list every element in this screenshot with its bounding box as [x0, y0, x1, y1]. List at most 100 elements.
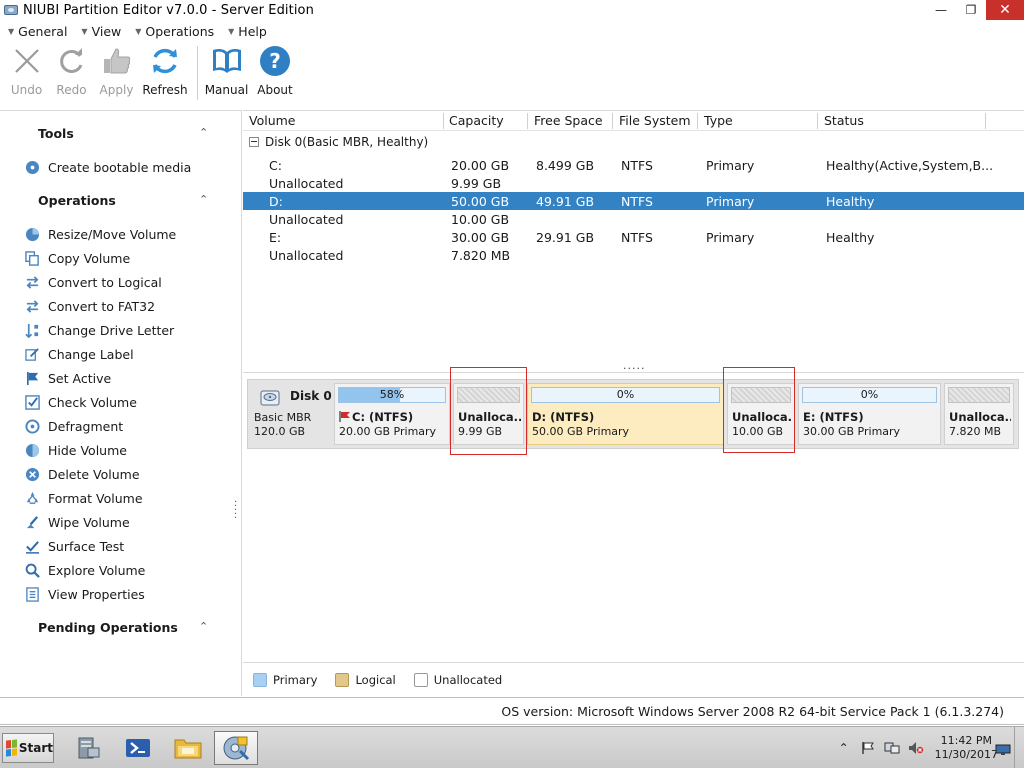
cell-status: Healthy [826, 230, 875, 245]
column-header-file-system[interactable]: File System [619, 113, 691, 128]
partition-block[interactable]: Unalloca... 7.820 MB [944, 383, 1014, 445]
taskbar-powershell[interactable] [116, 731, 160, 765]
chevron-up-icon[interactable]: ⌃ [199, 126, 208, 139]
show-hidden-icons-chevron-icon[interactable]: ⌃ [835, 739, 853, 757]
volume-muted-icon[interactable] [907, 739, 925, 757]
operation-change-label[interactable]: Change Label [24, 345, 134, 363]
undo-x-icon [10, 44, 44, 78]
status-bar: OS version: Microsoft Windows Server 200… [0, 697, 1024, 725]
table-header: Volume Capacity Free Space File System T… [243, 111, 1024, 131]
table-row[interactable]: Unallocated 7.820 MB [243, 246, 1024, 264]
usage-percent: 58% [379, 388, 405, 401]
restore-button[interactable]: ❐ [956, 0, 986, 20]
partition-block[interactable]: 0% D: (NTFS) 50.00 GB Primary [527, 383, 724, 445]
menu-help[interactable]: ▼ Help [228, 24, 267, 39]
surface-test-icon [24, 538, 40, 554]
table-row[interactable]: D: 50.00 GB 49.91 GB NTFS Primary Healthy [243, 192, 1024, 210]
collapse-icon[interactable] [249, 137, 259, 147]
partition-block[interactable]: 58% C: (NTFS) 20.00 GB Primary [334, 383, 450, 445]
cell-volume: Unallocated [269, 248, 344, 263]
system-tray: ⌃ 11:42 PM 11/30/2017 [829, 731, 1024, 765]
disk-label: Disk 0(Basic MBR, Healthy) [265, 135, 429, 149]
disk-info[interactable]: Disk 0 Basic MBR 120.0 GB [248, 380, 332, 448]
action-center-flag-icon[interactable] [859, 739, 877, 757]
column-header-free-space[interactable]: Free Space [534, 113, 603, 128]
volume-table: Volume Capacity Free Space File System T… [243, 110, 1024, 372]
column-header-capacity[interactable]: Capacity [449, 113, 504, 128]
hard-disk-icon [260, 388, 280, 408]
undo-button[interactable]: Undo [4, 44, 49, 97]
column-header-status[interactable]: Status [824, 113, 864, 128]
panel-splitter[interactable]: · · · · · [234, 498, 238, 524]
menu-operations[interactable]: ▼ Operations [135, 24, 214, 39]
operation-defragment[interactable]: Defragment [24, 417, 123, 435]
network-icon[interactable] [883, 739, 901, 757]
operation-hide-volume[interactable]: Hide Volume [24, 441, 127, 459]
create-bootable-media-item[interactable]: Create bootable media [24, 158, 191, 176]
menu-general[interactable]: ▼ General [8, 24, 67, 39]
table-row[interactable]: E: 30.00 GB 29.91 GB NTFS Primary Healthy [243, 228, 1024, 246]
disk-group-row[interactable]: Disk 0(Basic MBR, Healthy) [243, 135, 428, 149]
clock[interactable]: 11:42 PM 11/30/2017 [935, 734, 998, 762]
clock-date: 11/30/2017 [934, 748, 998, 761]
operations-section-title: Operations [38, 193, 116, 208]
highlight-box [723, 367, 795, 453]
show-desktop-button[interactable] [1014, 727, 1024, 768]
chevron-up-icon[interactable]: ⌃ [199, 193, 208, 206]
operation-surface-test[interactable]: Surface Test [24, 537, 124, 555]
operation-convert-to-fat32[interactable]: Convert to FAT32 [24, 297, 155, 315]
highlight-box [450, 367, 527, 455]
partition-info: 7.820 MB [949, 425, 1002, 438]
flag-icon [24, 370, 40, 386]
operation-explore-volume[interactable]: Explore Volume [24, 561, 145, 579]
operation-view-properties[interactable]: View Properties [24, 585, 145, 603]
cell-status: Healthy(Active,System,B... [826, 158, 994, 173]
table-row[interactable]: Unallocated 10.00 GB [243, 210, 1024, 228]
operation-resize-move-volume[interactable]: Resize/Move Volume [24, 225, 176, 243]
start-button[interactable]: Start [2, 733, 54, 763]
table-splitter[interactable]: ..... [623, 359, 645, 372]
operation-check-volume[interactable]: Check Volume [24, 393, 137, 411]
operation-copy-volume[interactable]: Copy Volume [24, 249, 130, 267]
partition-name: Unalloca... [949, 410, 1011, 424]
cell-capacity: 9.99 GB [451, 176, 502, 191]
app-icon [3, 2, 19, 18]
legend-primary: Primary [253, 672, 317, 687]
menu-view[interactable]: ▼ View [81, 24, 121, 39]
close-button[interactable]: ✕ [986, 0, 1024, 20]
properties-icon [24, 586, 40, 602]
apply-button[interactable]: Apply [94, 44, 139, 97]
display-icon[interactable] [994, 741, 1012, 759]
column-header-volume[interactable]: Volume [249, 113, 296, 128]
partition-name: D: (NTFS) [532, 410, 721, 424]
minimize-button[interactable]: — [926, 0, 956, 20]
table-row[interactable]: Unallocated 9.99 GB [243, 174, 1024, 192]
operation-set-active[interactable]: Set Active [24, 369, 111, 387]
operation-wipe-volume[interactable]: Wipe Volume [24, 513, 130, 531]
drive-letter-icon [24, 322, 40, 338]
thumbs-up-icon [100, 44, 134, 78]
windows-logo-icon [6, 739, 17, 757]
chevron-up-icon[interactable]: ⌃ [199, 620, 208, 633]
about-button[interactable]: ? About [249, 44, 301, 97]
refresh-button[interactable]: Refresh [139, 44, 191, 97]
taskbar-niubi-partition-editor[interactable] [214, 731, 258, 765]
chevron-down-icon: ▼ [135, 26, 142, 36]
svg-text:?: ? [269, 49, 281, 73]
table-row[interactable]: C: 20.00 GB 8.499 GB NTFS Primary Healthy(Act… [243, 156, 1024, 174]
redo-button[interactable]: Redo [49, 44, 94, 97]
disk-name: Disk 0 [290, 389, 332, 403]
partition-block[interactable]: 0% E: (NTFS) 30.00 GB Primary [798, 383, 941, 445]
operation-change-drive-letter[interactable]: Change Drive Letter [24, 321, 174, 339]
operation-format-volume[interactable]: Format Volume [24, 489, 143, 507]
operation-convert-to-logical[interactable]: Convert to Logical [24, 273, 162, 291]
taskbar-explorer[interactable] [166, 731, 210, 765]
column-header-type[interactable]: Type [704, 113, 733, 128]
operation-delete-volume[interactable]: Delete Volume [24, 465, 140, 483]
column-separator [697, 113, 698, 129]
cell-free: 8.499 GB [536, 158, 595, 173]
cell-capacity: 10.00 GB [451, 212, 510, 227]
column-separator [985, 113, 986, 129]
manual-button[interactable]: Manual [204, 44, 249, 97]
taskbar-server-manager[interactable] [66, 731, 110, 765]
